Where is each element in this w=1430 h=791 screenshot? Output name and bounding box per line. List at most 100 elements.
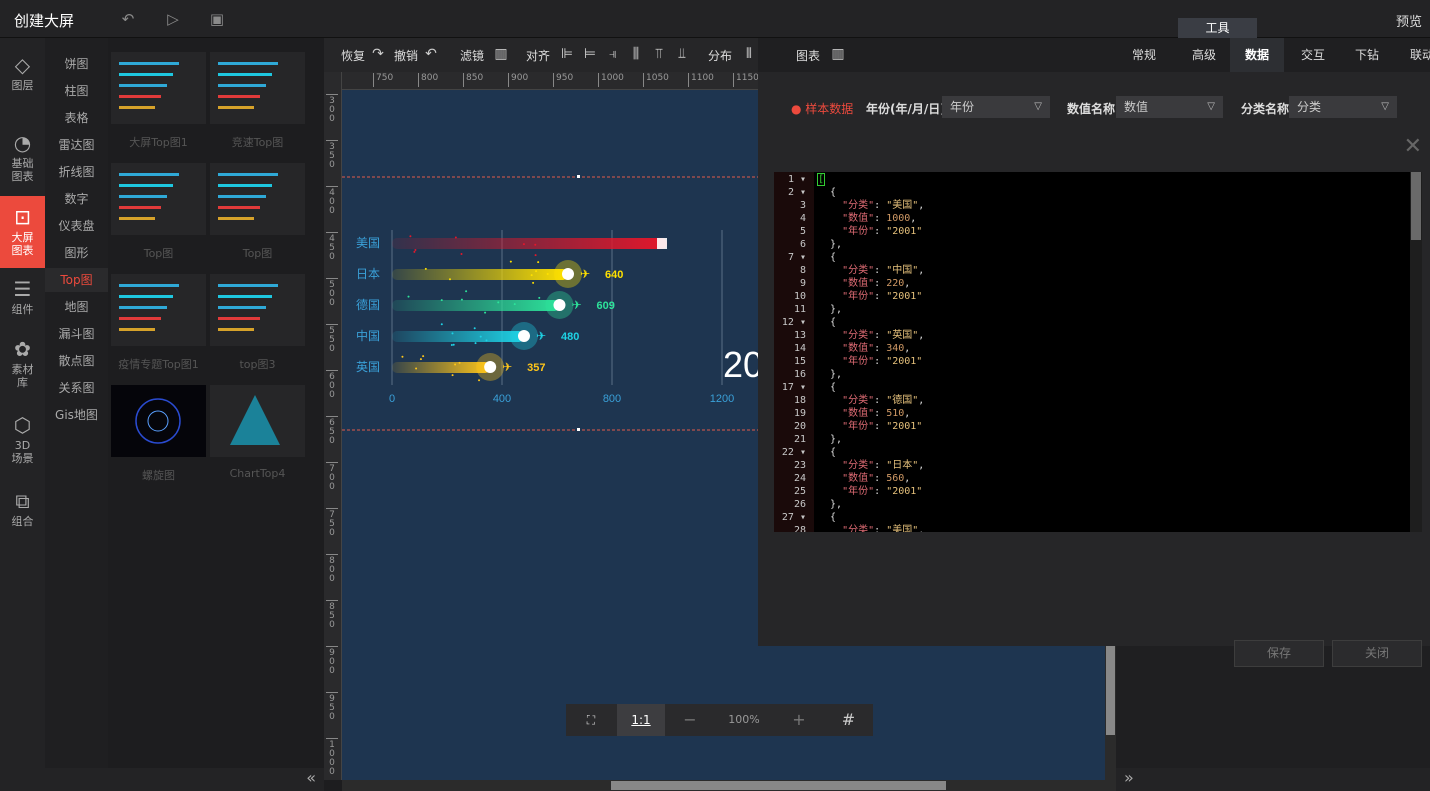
category-item[interactable]: Top图 (45, 268, 108, 292)
tab-4[interactable]: 下钻 (1340, 38, 1394, 72)
bar-filter-icon[interactable]: ▥ (492, 45, 510, 63)
particle (497, 301, 499, 303)
align-middle-icon[interactable]: ⫼ (627, 45, 645, 63)
category-item[interactable]: 柱图 (45, 79, 108, 103)
align-left-icon[interactable]: ⊫ (558, 45, 576, 63)
editor-scrollbar-thumb[interactable] (1411, 172, 1421, 240)
fit-screen-icon[interactable]: ⛶ (566, 704, 616, 736)
category-item[interactable]: 散点图 (45, 349, 108, 373)
year-select[interactable]: 年份 ▽ (942, 96, 1050, 118)
category-item[interactable]: 图形 (45, 241, 108, 265)
ratio-1-1-button[interactable]: 1:1 (617, 704, 665, 736)
value-label: 640 (605, 269, 623, 281)
x-tick-label: 0 (389, 393, 395, 405)
line-number: 5 (800, 225, 806, 238)
category-item[interactable]: 表格 (45, 106, 108, 130)
undo-button[interactable]: 撤销 (394, 47, 418, 64)
bar-head (562, 268, 574, 280)
collapse-right-icon[interactable]: » (1124, 768, 1134, 787)
tools-tab[interactable]: 工具 (1178, 18, 1257, 38)
code-line: "年份": "2001" (818, 290, 922, 303)
align-button[interactable]: 对齐 (526, 47, 550, 64)
resize-handle-top (577, 175, 580, 178)
category-select[interactable]: 分类 ▽ (1289, 96, 1397, 118)
tab-2[interactable]: 数据 (1230, 38, 1284, 72)
preview-button[interactable]: 预览 (1396, 11, 1422, 30)
value-select[interactable]: 数值 ▽ (1116, 96, 1223, 118)
close-icon[interactable]: ✕ (1404, 134, 1422, 159)
zoom-in-button[interactable]: + (774, 704, 824, 736)
distribute-button[interactable]: 分布 (708, 47, 732, 64)
category-item[interactable]: 地图 (45, 295, 108, 319)
tab-0[interactable]: 常规 (1118, 38, 1170, 72)
nav-item-1[interactable]: ◔ 基础 图表 (0, 128, 45, 186)
filter-button[interactable]: 滤镜 (460, 47, 484, 64)
category-item[interactable]: 饼图 (45, 52, 108, 76)
back-icon[interactable]: ↶ (118, 10, 138, 28)
category-item[interactable]: 雷达图 (45, 133, 108, 157)
json-editor[interactable]: 1 ▾ 2 ▾ 3 4 5 6 7 ▾ 8 9 10 11 12 ▾ 13 14 15 … (774, 172, 1422, 532)
nav-item-5[interactable]: ⬡ 3D 场景 (0, 410, 45, 474)
resize-handle-bottom (577, 428, 580, 431)
chart-button[interactable]: 图表 (796, 47, 820, 64)
nav-item-2[interactable]: ⊡ 大屏 图表 (0, 196, 45, 268)
align-top-icon[interactable]: ⫪ (650, 45, 668, 63)
sample-data-label[interactable]: ● 样本数据 (791, 100, 853, 117)
category-item[interactable]: 关系图 (45, 376, 108, 400)
chart-thumbnail[interactable]: top图3 (210, 274, 305, 346)
line-number: 23 (794, 459, 806, 472)
line-number: 7 ▾ (788, 251, 806, 264)
chart-thumbnail[interactable]: Top图 (210, 163, 305, 235)
align-bottom-icon[interactable]: ⫫ (673, 45, 691, 63)
chart-thumbnail[interactable]: 螺旋图 (111, 385, 206, 457)
grid-icon[interactable]: # (824, 704, 873, 736)
thumbnail-preview (210, 163, 305, 235)
particle (461, 299, 463, 301)
chart-icon[interactable]: ▥ (829, 45, 847, 63)
particle (409, 235, 411, 237)
distribute-h-icon[interactable]: ⫴ (740, 45, 758, 63)
particle (453, 344, 455, 346)
align-center-icon[interactable]: ⊨ (581, 45, 599, 63)
value-label: 357 (527, 362, 545, 374)
redo-icon[interactable]: ↷ (369, 45, 387, 63)
category-item[interactable]: 仪表盘 (45, 214, 108, 238)
nav-item-3[interactable]: ☰ 组件 (0, 274, 45, 324)
chart-thumbnail[interactable]: ChartTop4 (210, 385, 305, 457)
line-number: 22 ▾ (782, 446, 806, 459)
chart-thumbnail[interactable]: 竞速Top图 (210, 52, 305, 124)
tab-5[interactable]: 联动 (1394, 38, 1430, 72)
ruler-tick: 950 (553, 73, 573, 87)
nav-item-4[interactable]: ✿ 素材 库 (0, 334, 45, 402)
code-line: { (818, 316, 836, 329)
undo-icon[interactable]: ↶ (422, 45, 440, 63)
thumbnail-preview (111, 163, 206, 235)
category-item[interactable]: 折线图 (45, 160, 108, 184)
category-item[interactable]: 漏斗图 (45, 322, 108, 346)
particle (485, 339, 487, 341)
chart-thumbnail[interactable]: 大屏Top图1 (111, 52, 206, 124)
canvas-vscroll-thumb[interactable] (1106, 645, 1115, 735)
tab-1[interactable]: 高级 (1178, 38, 1230, 72)
nav-item-6[interactable]: ⧉ 组合 (0, 486, 45, 534)
ruler-tick: 750 (326, 508, 338, 538)
ruler-tick: 450 (326, 232, 338, 262)
align-right-icon[interactable]: ⫣ (604, 45, 622, 63)
save-button[interactable]: 保存 (1234, 640, 1324, 667)
thumbnail-preview (210, 385, 305, 457)
chart-thumbnail[interactable]: 疫情专题Top图1 (111, 274, 206, 346)
category-item[interactable]: Gis地图 (45, 403, 108, 427)
collapse-left-icon[interactable]: « (306, 768, 316, 787)
nav-item-0[interactable]: ◇ 图层 (0, 50, 45, 108)
category-label: 英国 (356, 360, 380, 374)
zoom-out-button[interactable]: − (666, 704, 714, 736)
ruler-tick: 550 (326, 324, 338, 354)
category-item[interactable]: 数字 (45, 187, 108, 211)
chart-thumbnail[interactable]: Top图 (111, 163, 206, 235)
play-icon[interactable]: ▷ (163, 10, 183, 28)
save-icon[interactable]: ▣ (207, 10, 227, 28)
restore-button[interactable]: 恢复 (341, 47, 365, 64)
close-button[interactable]: 关闭 (1332, 640, 1422, 667)
canvas-hscroll-thumb[interactable] (611, 781, 946, 790)
tab-3[interactable]: 交互 (1286, 38, 1340, 72)
